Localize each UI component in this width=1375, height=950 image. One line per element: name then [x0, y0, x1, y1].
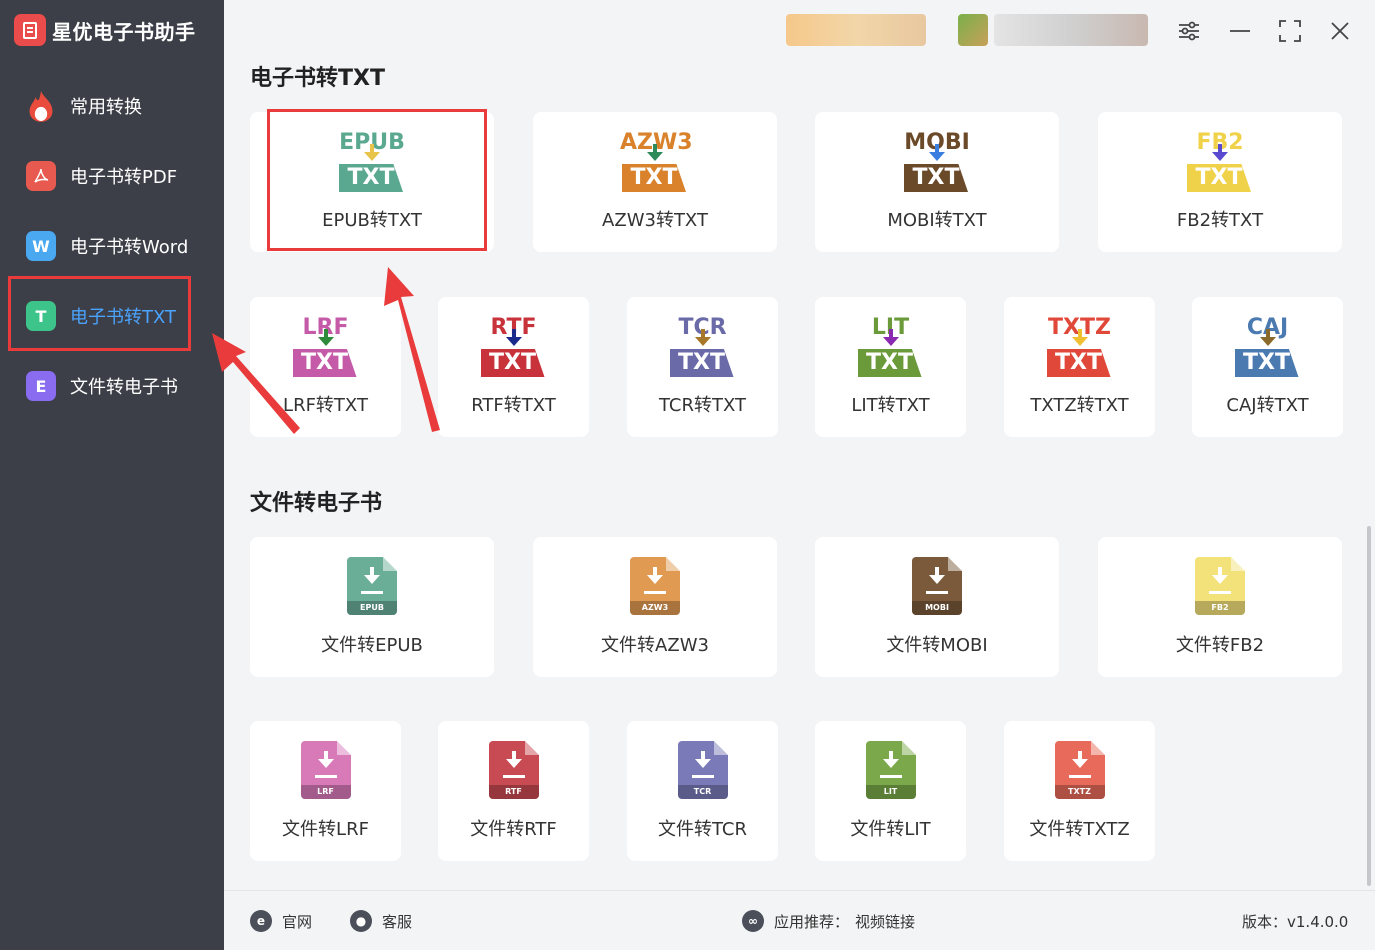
convert-card-azw3-to-txt[interactable]: AZW3 TXT AZW3转TXT	[533, 112, 777, 252]
video-link[interactable]: 视频链接	[855, 911, 915, 932]
card-label: 文件转LIT	[850, 819, 931, 840]
card-label: AZW3转TXT	[602, 210, 708, 231]
caj-to-txt-icon: CAJ TXT	[1233, 315, 1303, 379]
lrf-to-txt-icon: LRF TXT	[291, 315, 361, 379]
main-panel: 电子书转TXT EPUB TXT EPUB转TXT AZW3 TXT AZW3转…	[224, 0, 1375, 950]
convert-card-caj-to-txt[interactable]: CAJ TXT CAJ转TXT	[1192, 297, 1343, 437]
tcr-file-icon: TCR	[677, 741, 728, 799]
sidebar-item-common[interactable]: 常用转换	[26, 86, 142, 126]
customer-service-link[interactable]: ● 客服	[350, 909, 412, 933]
rtf-file-icon: RTF	[488, 741, 539, 799]
annotation-highlight-box	[8, 276, 191, 351]
fb2-file-icon: FB2	[1195, 557, 1245, 615]
annotation-highlight-box	[267, 109, 487, 251]
epub-file-icon: EPUB	[347, 557, 397, 615]
lrf-file-icon: LRF	[300, 741, 351, 799]
card-label: 文件转TCR	[657, 819, 747, 840]
word-icon: W	[26, 231, 56, 261]
sidebar-item-pdf[interactable]: 电子书转PDF	[26, 156, 177, 196]
version-text: 版本：v1.4.0.0	[1242, 912, 1349, 931]
convert-card-file-to-lrf[interactable]: LRF 文件转LRF	[250, 721, 401, 861]
convert-card-lrf-to-txt[interactable]: LRF TXT LRF转TXT	[250, 297, 401, 437]
app-title: 星优电子书助手	[14, 14, 196, 46]
close-icon[interactable]	[1325, 16, 1355, 46]
scrollbar[interactable]	[1367, 526, 1371, 886]
card-label: 文件转EPUB	[321, 635, 423, 656]
convert-card-file-to-epub[interactable]: EPUB 文件转EPUB	[250, 537, 494, 677]
card-label: MOBI转TXT	[887, 210, 987, 231]
card-label: FB2转TXT	[1176, 210, 1264, 231]
rtf-to-txt-icon: RTF TXT	[479, 315, 549, 379]
website-label: 官网	[282, 912, 313, 931]
txtz-file-icon: TXTZ	[1054, 741, 1105, 799]
card-label: RTF转TXT	[471, 395, 556, 416]
txtz-to-txt-icon: TXTZ TXT	[1046, 315, 1111, 377]
mobi-to-txt-icon: MOBI TXT	[904, 130, 970, 192]
fire-icon	[26, 91, 56, 122]
sidebar-item-label: 电子书转Word	[70, 237, 189, 258]
convert-card-file-to-txtz[interactable]: TXTZ 文件转TXTZ	[1004, 721, 1155, 861]
sidebar-item-word[interactable]: W 电子书转Word	[26, 226, 188, 266]
sidebar-item-to-ebook[interactable]: E 文件转电子书	[26, 366, 178, 406]
card-label: 文件转MOBI	[886, 635, 988, 656]
convert-card-rtf-to-txt[interactable]: RTF TXT RTF转TXT	[438, 297, 589, 437]
card-label: 文件转RTF	[470, 819, 557, 840]
convert-card-tcr-to-txt[interactable]: TCR TXT TCR转TXT	[627, 297, 778, 437]
sidebar: 星优电子书助手 常用转换 电子书转PDF W 电子书转Word T 电子书转TX…	[0, 0, 224, 950]
footer: e 官网 ● 客服 ∞ 应用推荐： 视频链接 版本：v1.4.0.0	[224, 890, 1375, 950]
card-label: 文件转FB2	[1175, 635, 1265, 656]
recommend-label: 应用推荐：	[774, 912, 850, 931]
card-label: LIT转TXT	[851, 395, 930, 416]
card-label: 文件转LRF	[282, 819, 369, 840]
sidebar-item-label: 电子书转PDF	[70, 167, 178, 188]
card-label: TCR转TXT	[658, 395, 747, 416]
convert-card-file-to-tcr[interactable]: TCR 文件转TCR	[627, 721, 778, 861]
minimize-icon[interactable]	[1225, 16, 1255, 46]
convert-card-txtz-to-txt[interactable]: TXTZ TXT TXTZ转TXT	[1004, 297, 1155, 437]
pdf-icon	[26, 161, 56, 191]
convert-card-file-to-mobi[interactable]: MOBI 文件转MOBI	[815, 537, 1059, 677]
app-name: 星优电子书助手	[52, 19, 196, 44]
user-avatar-blurred	[958, 14, 988, 46]
settings-icon[interactable]	[1174, 16, 1204, 46]
user-info-blurred	[786, 14, 926, 46]
tcr-to-txt-icon: TCR TXT	[668, 315, 738, 379]
website-link[interactable]: e 官网	[250, 909, 312, 933]
app-recommend: ∞ 应用推荐： 视频链接	[742, 909, 915, 933]
card-label: CAJ转TXT	[1226, 395, 1309, 416]
azw3-to-txt-icon: AZW3 TXT	[620, 130, 693, 192]
user-name-blurred	[994, 14, 1148, 46]
convert-card-file-to-azw3[interactable]: AZW3 文件转AZW3	[533, 537, 777, 677]
convert-card-lit-to-txt[interactable]: LIT TXT LIT转TXT	[815, 297, 966, 437]
link-icon: ∞	[742, 910, 764, 932]
convert-card-fb2-to-txt[interactable]: FB2 TXT FB2转TXT	[1098, 112, 1342, 252]
section-title-file-to-ebook: 文件转电子书	[250, 491, 383, 516]
convert-card-file-to-rtf[interactable]: RTF 文件转RTF	[438, 721, 589, 861]
card-label: LRF转TXT	[283, 395, 368, 416]
convert-card-file-to-fb2[interactable]: FB2 文件转FB2	[1098, 537, 1342, 677]
card-label: 文件转AZW3	[601, 635, 709, 656]
lit-to-txt-icon: LIT TXT	[856, 315, 926, 379]
chat-icon: ●	[350, 910, 372, 932]
ie-icon: e	[250, 910, 272, 932]
sidebar-item-label: 文件转电子书	[70, 377, 178, 398]
service-label: 客服	[382, 912, 413, 931]
azw3-file-icon: AZW3	[630, 557, 680, 615]
card-label: 文件转TXTZ	[1029, 819, 1130, 840]
sidebar-item-label: 常用转换	[70, 97, 142, 118]
mobi-file-icon: MOBI	[912, 557, 962, 615]
ebook-icon: E	[26, 371, 56, 401]
lit-file-icon: LIT	[865, 741, 916, 799]
app-logo-icon	[14, 14, 46, 46]
fb2-to-txt-icon: FB2 TXT	[1185, 130, 1255, 194]
card-label: TXTZ转TXT	[1030, 395, 1129, 416]
convert-card-file-to-lit[interactable]: LIT 文件转LIT	[815, 721, 966, 861]
section-title-ebook-to-txt: 电子书转TXT	[250, 66, 385, 91]
convert-card-mobi-to-txt[interactable]: MOBI TXT MOBI转TXT	[815, 112, 1059, 252]
maximize-icon[interactable]	[1275, 16, 1305, 46]
